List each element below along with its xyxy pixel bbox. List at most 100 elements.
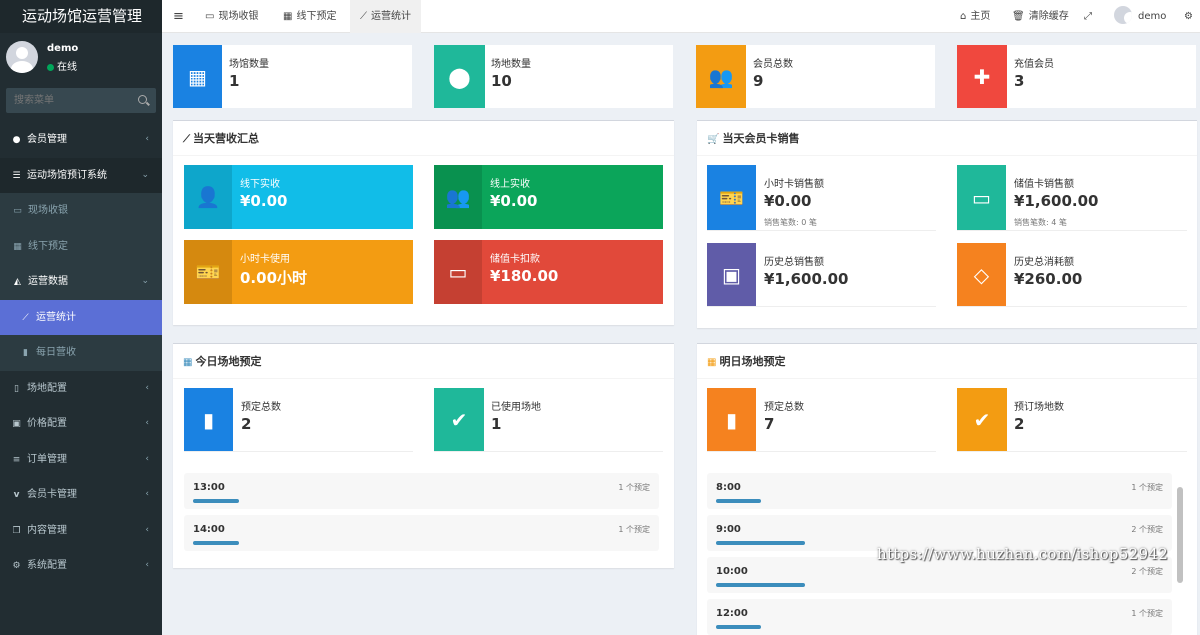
cogs-icon: ⚙: [12, 561, 21, 571]
sidebar-toggle-icon[interactable]: ≡: [173, 0, 184, 33]
today-slot[interactable]: 14:00 1 个预定: [184, 515, 659, 551]
booking-label: 预定总数: [241, 402, 281, 413]
slot-count: 1 个预定: [1131, 609, 1163, 618]
booking-value: 2: [1014, 415, 1025, 433]
slot-count: 1 个预定: [618, 525, 650, 534]
slot-count: 2 个预定: [1131, 567, 1163, 576]
sidebar-item-label: 运营统计: [36, 311, 76, 323]
revenue-label: 小时卡使用: [240, 254, 290, 265]
slot-progress-bar: [716, 499, 761, 503]
tomorrow-total-bookings: ▮ 预定总数 7: [707, 388, 936, 452]
card-sales-stored: ▭ 储值卡销售额 ¥1,600.00 销售笔数: 4 笔: [957, 165, 1187, 231]
revenue-hour-card: 🎫 小时卡使用 0.00小时: [184, 240, 413, 304]
card-sales-value: ¥1,600.00: [1014, 192, 1099, 210]
menu-search: [6, 88, 156, 113]
check-circle-icon: ✔: [957, 388, 1007, 451]
list-lines-icon: ≡: [12, 454, 21, 465]
scrollbar[interactable]: [1177, 487, 1183, 583]
bar-chart-icon: ▮: [23, 348, 28, 358]
slot-progress-bar: [193, 499, 239, 503]
sidebar-item-onsite-checkout[interactable]: ▭ 现场收银: [0, 193, 162, 229]
card-sales-count: 销售笔数: 4 笔: [1014, 218, 1067, 227]
sidebar-item-venue-config[interactable]: ▯ 场地配置 ‹: [0, 371, 162, 407]
stat-label: 会员总数: [753, 59, 793, 70]
today-total-bookings: ▮ 预定总数 2: [184, 388, 413, 452]
slot-time: 8:00: [716, 482, 741, 493]
card-sales-label: 小时卡销售额: [764, 179, 824, 190]
sidebar-item-daily-revenue[interactable]: ▮ 每日营收: [0, 335, 162, 371]
sidebar-item-members[interactable]: ● 会员管理 ‹: [0, 122, 162, 158]
stat-courts: ⬤ 场地数量 10: [434, 45, 673, 108]
building-icon: ▦: [173, 45, 222, 108]
slot-progress-bar: [716, 541, 805, 545]
sidebar-item-operation-stats[interactable]: ⟋ 运营统计: [0, 299, 162, 335]
tab-label: 现场收银: [218, 11, 259, 22]
user-menu[interactable]: demo: [1114, 0, 1166, 33]
home-link[interactable]: ⌂ 主页: [960, 0, 990, 33]
tab-offline-booking[interactable]: ▦ 线下预定: [283, 0, 336, 33]
watermark: https://www.huzhan.com/ishop52942: [877, 545, 1169, 563]
tab-onsite-checkout[interactable]: ▭ 现场收银: [205, 0, 258, 33]
stat-venues: ▦ 场馆数量 1: [173, 45, 412, 108]
sidebar-item-price-config[interactable]: ▣ 价格配置 ‹: [0, 406, 162, 442]
stat-label: 场地数量: [491, 59, 531, 70]
today-used-courts: ✔ 已使用场地 1: [434, 388, 663, 452]
today-slot[interactable]: 13:00 1 个预定: [184, 473, 659, 509]
slot-progress-bar: [716, 583, 805, 587]
sidebar-item-content[interactable]: ❐ 内容管理 ‹: [0, 513, 162, 549]
tomorrow-slot[interactable]: 8:00 1 个预定: [707, 473, 1172, 509]
building-icon: ▯: [14, 383, 19, 394]
calendar-icon: ▦: [283, 11, 293, 22]
sidebar-item-label: 运动场馆预订系统: [27, 169, 107, 181]
map-marker-icon: ⬤: [434, 45, 485, 108]
stat-value: 10: [491, 72, 512, 90]
sidebar-item-operation-data[interactable]: ◭ 运营数据 ⌄: [0, 264, 162, 300]
sidebar-item-membership-cards[interactable]: v 会员卡管理 ‹: [0, 477, 162, 513]
sidebar-item-orders[interactable]: ≡ 订单管理 ‹: [0, 442, 162, 478]
trash-icon: 🗑: [1012, 11, 1025, 22]
money-icon: ▣: [12, 419, 21, 429]
chevron-left-icon: ‹: [145, 489, 149, 499]
chevron-left-icon: ‹: [145, 453, 149, 464]
booking-value: 1: [491, 415, 502, 433]
ticket-icon: 🎫: [707, 165, 756, 230]
home-icon: ⌂: [960, 11, 967, 22]
stat-members: 👥 会员总数 9: [696, 45, 935, 108]
revenue-value: 0.00小时: [240, 269, 308, 287]
card-sales-history-total: ▣ 历史总销售额 ¥1,600.00: [707, 243, 936, 307]
calendar-icon: ▦: [183, 357, 193, 368]
tomorrow-booked-courts: ✔ 预订场地数 2: [957, 388, 1187, 452]
user-icon: 👤: [184, 165, 232, 229]
slot-time: 13:00: [193, 482, 225, 493]
sidebar-item-system-config[interactable]: ⚙ 系统配置 ‹: [0, 548, 162, 584]
credit-card-icon: ▭: [957, 165, 1006, 230]
chevron-down-icon: ⌄: [141, 276, 149, 286]
sidebar-item-label: 运营数据: [28, 276, 68, 287]
clear-cache-button[interactable]: 🗑 清除缓存: [1012, 0, 1069, 33]
sidebar-item-label: 内容管理: [27, 524, 67, 536]
copy-icon: ❐: [12, 525, 21, 536]
sidebar-item-offline-booking[interactable]: ▦ 线下预定: [0, 228, 162, 264]
stat-label: 场馆数量: [229, 59, 269, 70]
slot-progress-bar: [193, 541, 239, 545]
search-icon[interactable]: [138, 95, 147, 104]
sidebar-item-booking-system[interactable]: ☰ 运动场馆预订系统 ⌄: [0, 157, 162, 193]
tab-operation-stats[interactable]: ⟋ 运营统计: [350, 0, 421, 33]
users-icon: 👥: [696, 45, 746, 108]
check-circle-icon: ✔: [434, 388, 484, 451]
menu-search-input[interactable]: [6, 88, 126, 113]
card-sales-label: 储值卡销售额: [1014, 179, 1074, 190]
revenue-online: 👥 线上实收 ¥0.00: [434, 165, 663, 229]
chevron-left-icon: ‹: [145, 134, 149, 144]
slot-progress-bar: [716, 625, 761, 629]
app-title[interactable]: 运动场馆运营管理: [0, 0, 162, 33]
revenue-label: 线下实收: [240, 179, 280, 190]
sidebar-item-label: 系统配置: [27, 560, 67, 571]
slot-count: 2 个预定: [1131, 525, 1163, 534]
tomorrow-slot[interactable]: 12:00 1 个预定: [707, 599, 1172, 635]
settings-icon[interactable]: ⚙: [1184, 0, 1193, 33]
fullscreen-icon[interactable]: ⤢: [1084, 0, 1092, 33]
chevron-left-icon: ‹: [145, 524, 149, 535]
card-sales-history-consumed: ◇ 历史总消耗额 ¥260.00: [957, 243, 1187, 307]
line-chart-icon: ⟋: [22, 312, 29, 323]
